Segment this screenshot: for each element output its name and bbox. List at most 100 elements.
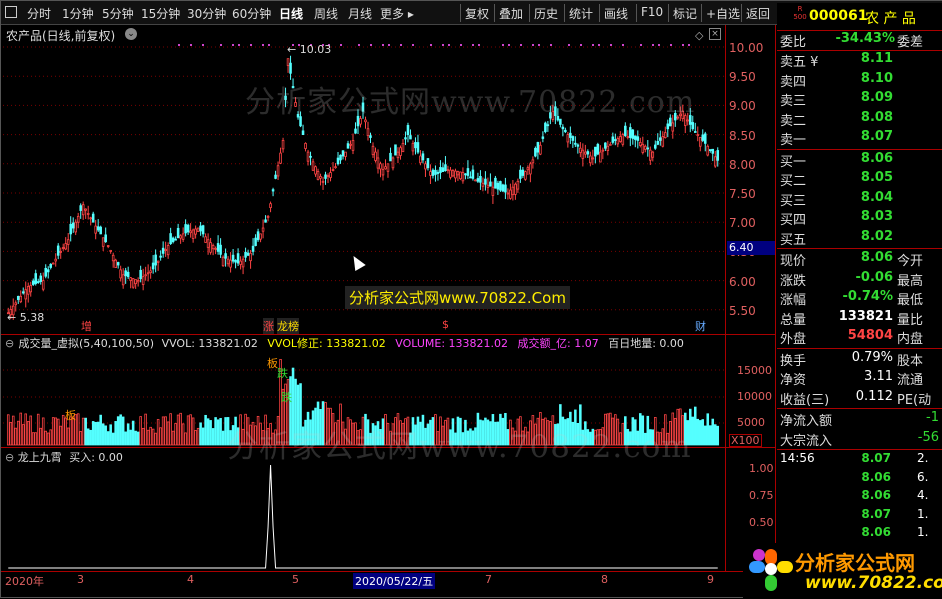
- candle: [629, 127, 632, 138]
- sell-price: 8.10: [860, 70, 893, 86]
- stat2-label: 收益(三): [780, 392, 830, 408]
- candle: [131, 278, 135, 288]
- volume-bar: [184, 432, 187, 446]
- event-marker[interactable]: 财: [695, 318, 706, 334]
- candle: [126, 271, 130, 278]
- sell-level-3[interactable]: 卖三: [780, 90, 806, 109]
- candle: [31, 280, 35, 285]
- candle: [429, 171, 432, 176]
- buy-level-3[interactable]: 买三: [780, 190, 806, 209]
- toolbar-button-1[interactable]: 叠加: [499, 5, 523, 22]
- candle: [379, 163, 382, 170]
- chevron-down-icon[interactable]: ⌄: [125, 28, 137, 40]
- toolbar-icon[interactable]: [5, 6, 17, 18]
- candle: [214, 248, 217, 250]
- candle: [196, 227, 200, 232]
- signal-dot: [472, 44, 474, 46]
- candle: [486, 184, 490, 188]
- volume-bar: [31, 432, 35, 446]
- candle: [444, 164, 447, 172]
- candle: [621, 134, 625, 145]
- candle: [496, 182, 500, 190]
- candle: [269, 203, 272, 209]
- volume-bar: [139, 416, 142, 446]
- toolbar-button-5[interactable]: F10: [641, 5, 663, 19]
- volume-bar: [204, 414, 207, 446]
- buy-level-5[interactable]: 买五: [780, 229, 806, 248]
- event-marker[interactable]: 涨: [263, 318, 274, 334]
- period-tab-9[interactable]: 更多 ▸: [380, 5, 414, 22]
- volume-bar: [174, 423, 177, 446]
- candle: [66, 239, 70, 245]
- period-tab-1[interactable]: 1分钟: [62, 5, 94, 22]
- candle: [671, 122, 675, 132]
- volume-bar: [101, 423, 105, 446]
- candle: [224, 253, 227, 259]
- tick-volume: 1.: [917, 525, 929, 539]
- tick-volume: 6.: [917, 469, 929, 484]
- sell-level-4[interactable]: 卖四: [780, 71, 806, 90]
- period-tab-4[interactable]: 30分钟: [187, 5, 226, 22]
- event-marker[interactable]: 龙榜: [277, 318, 299, 334]
- signal-dot: [358, 44, 360, 46]
- candle: [101, 237, 105, 247]
- candle: [264, 219, 267, 223]
- close-icon[interactable]: ×: [709, 28, 721, 40]
- volume-bar: [156, 419, 160, 446]
- volume-bar: [66, 427, 70, 446]
- logo-url: www.70822.com: [805, 573, 942, 593]
- volume-bar: [29, 415, 33, 446]
- buy-level-4[interactable]: 买四: [780, 209, 806, 228]
- toolbar-button-4[interactable]: 画线: [604, 5, 628, 22]
- flow-value: -1: [926, 410, 939, 425]
- candle: [666, 123, 670, 130]
- volume-bar: [708, 425, 712, 446]
- candle: [454, 170, 457, 179]
- toolbar-button-2[interactable]: 历史: [534, 5, 558, 22]
- candle: [706, 145, 710, 156]
- toolbar-button-3[interactable]: 统计: [569, 5, 593, 22]
- stat2-label-2: 股本: [897, 353, 924, 369]
- volume-bar: [26, 421, 30, 446]
- volume-bar: [36, 413, 40, 446]
- candle: [599, 151, 602, 163]
- volume-bar: [191, 417, 195, 446]
- candle: [451, 170, 455, 177]
- volume-bar: [124, 431, 127, 446]
- volume-bar: [199, 422, 202, 446]
- diamond-icon[interactable]: ◇: [695, 29, 703, 42]
- volume-axis-label: 10000: [737, 390, 772, 403]
- badge-bottom: 500: [793, 13, 807, 21]
- candle: [326, 175, 330, 177]
- buy-level-1[interactable]: 买一: [780, 151, 806, 170]
- period-tab-6[interactable]: 日线: [279, 5, 303, 22]
- toolbar-button-8[interactable]: 返回: [746, 5, 770, 22]
- candle: [476, 178, 480, 182]
- toolbar-button-0[interactable]: 复权: [465, 5, 489, 22]
- buy-level-2[interactable]: 买二: [780, 170, 806, 189]
- sell-level-5[interactable]: 卖五 ¥: [780, 51, 818, 70]
- toolbar-button-6[interactable]: 标记: [673, 5, 697, 22]
- event-marker[interactable]: $: [442, 318, 449, 331]
- candle: [236, 253, 240, 264]
- signal-dot: [622, 44, 624, 46]
- period-tab-3[interactable]: 15分钟: [141, 5, 180, 22]
- volume-bar: [51, 417, 55, 446]
- volume-bar: [104, 425, 107, 446]
- volume-bar: [176, 414, 180, 446]
- period-tab-8[interactable]: 月线: [348, 5, 372, 22]
- period-tab-0[interactable]: 分时: [27, 5, 51, 22]
- watermark-center: 分析家公式网www.70822.Com: [345, 286, 570, 309]
- sell-level-1[interactable]: 卖一: [780, 129, 806, 148]
- cursor-date[interactable]: 2020/05/22/五: [353, 573, 436, 589]
- candle: [639, 141, 642, 146]
- period-tab-2[interactable]: 5分钟: [102, 5, 134, 22]
- candle: [156, 260, 160, 263]
- price-axis-label: 6.00: [729, 274, 756, 289]
- period-tab-5[interactable]: 60分钟: [232, 5, 271, 22]
- sell-level-2[interactable]: 卖二: [780, 110, 806, 129]
- toolbar-button-7[interactable]: +自选: [706, 5, 740, 22]
- period-tab-7[interactable]: 周线: [314, 5, 338, 22]
- event-marker[interactable]: 增: [81, 318, 92, 334]
- volume-bar: [116, 416, 120, 446]
